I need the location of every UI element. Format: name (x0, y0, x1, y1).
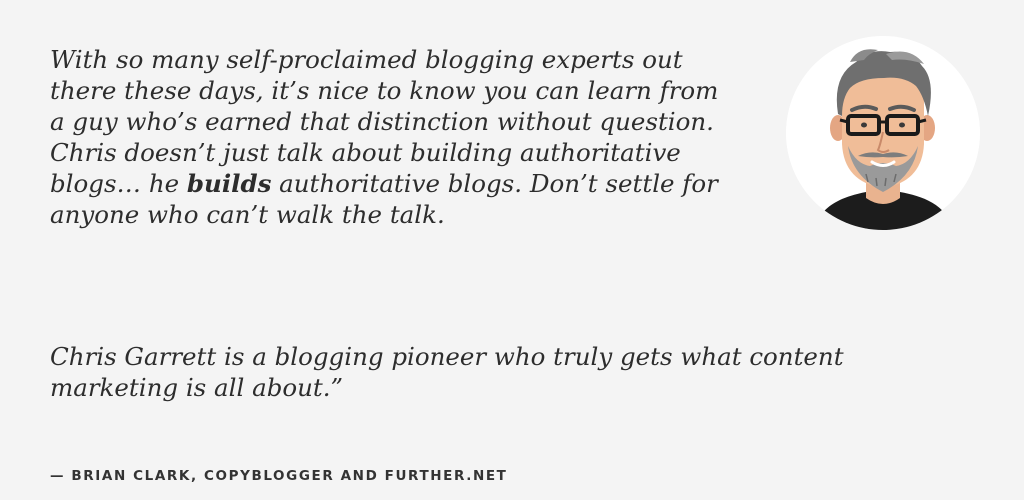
quote-line: Chris doesn’t just talk about building a… (50, 138, 681, 167)
quote-line: marketing is all about.” (50, 373, 344, 402)
quote-line: Chris Garrett is a blogging pioneer who … (50, 342, 844, 371)
quote-line: With so many self-proclaimed blogging ex… (50, 45, 683, 74)
testimonial-card: With so many self-proclaimed blogging ex… (0, 0, 1024, 500)
quote-paragraph-2: Chris Garrett is a blogging pioneer who … (50, 341, 930, 403)
emphasis-text: builds (186, 169, 272, 198)
quote-line: anyone who can’t walk the talk. (50, 200, 445, 229)
quote-paragraph-1: With so many self-proclaimed blogging ex… (50, 44, 770, 230)
illustrated-portrait-icon (786, 36, 980, 230)
quote-line: there these days, it’s nice to know you … (50, 76, 719, 105)
quote-text-fragment: authoritative blogs. Don’t settle for (271, 169, 718, 198)
quote-line: a guy who’s earned that distinction with… (50, 107, 714, 136)
avatar (786, 36, 980, 230)
quote-line: blogs… he builds authoritative blogs. Do… (50, 168, 770, 199)
quote-attribution: — BRIAN CLARK, COPYBLOGGER AND FURTHER.N… (50, 468, 508, 484)
quote-text-fragment: blogs… he (50, 169, 187, 198)
